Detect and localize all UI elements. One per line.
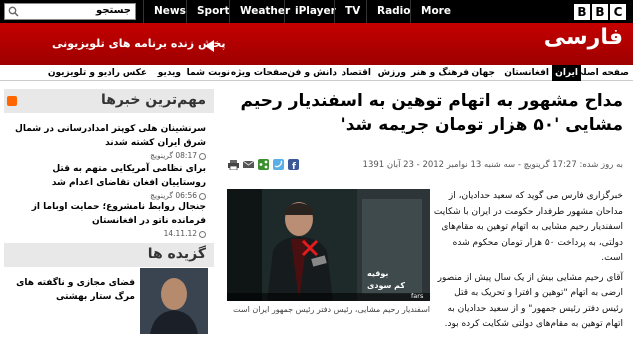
section-home[interactable]: صفحه اصلی: [574, 65, 629, 81]
live-tv-link[interactable]: پخش زنده برنامه های تلویزیونی: [52, 37, 226, 50]
section-nav: صفحه اصلی ایران افغانستان جهان فرهنگ و ه…: [0, 65, 633, 81]
article-headline: مداح مشهور به اتهام توهین به اسفندیار رح…: [240, 91, 623, 135]
section-culture[interactable]: فرهنگ و هنر: [411, 65, 469, 81]
top-story-title[interactable]: سرنشینان هلی کوپتر امدادرسانی در شمال شر…: [6, 122, 206, 150]
twitter-icon[interactable]: [273, 159, 284, 170]
clock-icon: [199, 230, 206, 238]
section-special[interactable]: صفحات ویژه: [231, 65, 288, 81]
section-afghanistan[interactable]: افغانستان: [504, 65, 549, 81]
photo-credit: fars: [411, 292, 424, 300]
email-icon[interactable]: [243, 159, 254, 170]
article-paragraph: خبرگزاری فارس می گوید که سعید حدادیان، ا…: [433, 191, 623, 263]
section-economy[interactable]: اقتصاد: [341, 65, 371, 81]
section-radio-tv[interactable]: رادیو و تلویزیون: [48, 65, 120, 81]
top-story-item[interactable]: سرنشینان هلی کوپتر امدادرسانی در شمال شر…: [6, 122, 206, 161]
site-title[interactable]: فارسی: [544, 25, 623, 50]
article-timestamp: به روز شده: 17:27 گرینویچ - سه شنبه 13 ن…: [362, 160, 623, 170]
picks-thumbnail[interactable]: [140, 268, 208, 334]
photo-caption: اسفندیار رحیم مشایی، رئیس دفتر رئیس جمهو…: [233, 305, 430, 314]
section-world[interactable]: جهان: [472, 65, 496, 81]
search-icon: [8, 6, 19, 17]
section-video[interactable]: ویدیو: [158, 65, 181, 81]
photo-overlay-label: کم سودی: [367, 281, 406, 290]
bbc-logo-letter: B: [592, 4, 608, 20]
search-input[interactable]: جستجو: [4, 3, 136, 20]
top-story-time: 08:17 گرینویچ: [6, 150, 206, 161]
picks-title: گزیده ها: [147, 246, 206, 262]
print-icon[interactable]: [228, 159, 239, 170]
clock-icon: [199, 192, 206, 200]
clock-icon: [199, 152, 206, 160]
rss-icon[interactable]: [7, 96, 17, 106]
photo-overlay-label: بوقیه: [367, 269, 389, 278]
top-stories-header: مهم‌ترین خبرها: [4, 89, 214, 113]
top-story-title[interactable]: برای نظامی آمریکایی متهم به قتل روستاییا…: [6, 162, 206, 190]
bbc-logo-letter: C: [610, 4, 626, 20]
bbc-logo-letter: B: [574, 4, 590, 20]
article-photo: بوقیه کم سودی fars: [227, 189, 430, 301]
play-icon[interactable]: [205, 40, 214, 52]
top-story-item[interactable]: برای نظامی آمریکایی متهم به قتل روستاییا…: [6, 162, 206, 201]
nav-more[interactable]: More: [410, 0, 461, 23]
picks-header: گزیده ها: [4, 243, 214, 267]
share-icon[interactable]: [258, 159, 269, 170]
global-nav-bar: جستجو News Sport Weather iPlayer TV Radi…: [0, 0, 633, 23]
top-story-title[interactable]: جنجال روابط نامشروع؛ حمایت اوباما از فرم…: [6, 200, 206, 228]
nav-tv[interactable]: TV: [334, 0, 370, 23]
bbc-logo[interactable]: B B C: [574, 4, 626, 20]
section-science[interactable]: دانش و فن: [287, 65, 337, 81]
search-label: جستجو: [96, 5, 131, 16]
article-paragraph: آقای رحیم مشایی بیش از یک سال پیش از منص…: [437, 272, 623, 330]
top-story-item[interactable]: جنجال روابط نامشروع؛ حمایت اوباما از فرم…: [6, 200, 206, 239]
section-iran[interactable]: ایران: [552, 65, 581, 81]
top-stories-title: مهم‌ترین خبرها: [100, 92, 206, 108]
facebook-icon[interactable]: f: [288, 159, 299, 170]
section-photo[interactable]: عکس: [123, 65, 147, 81]
section-your-turn[interactable]: نوبت شما: [187, 65, 230, 81]
svg-text:f: f: [292, 162, 296, 170]
top-story-time: 14.11.12: [6, 228, 206, 239]
section-sport[interactable]: ورزش: [378, 65, 406, 81]
picks-title-link[interactable]: فضای مجازی و ناگفته های مرگ ستار بهشتی: [10, 276, 135, 304]
article-body: خبرگزاری فارس می گوید که سعید حدادیان، ا…: [433, 189, 623, 337]
